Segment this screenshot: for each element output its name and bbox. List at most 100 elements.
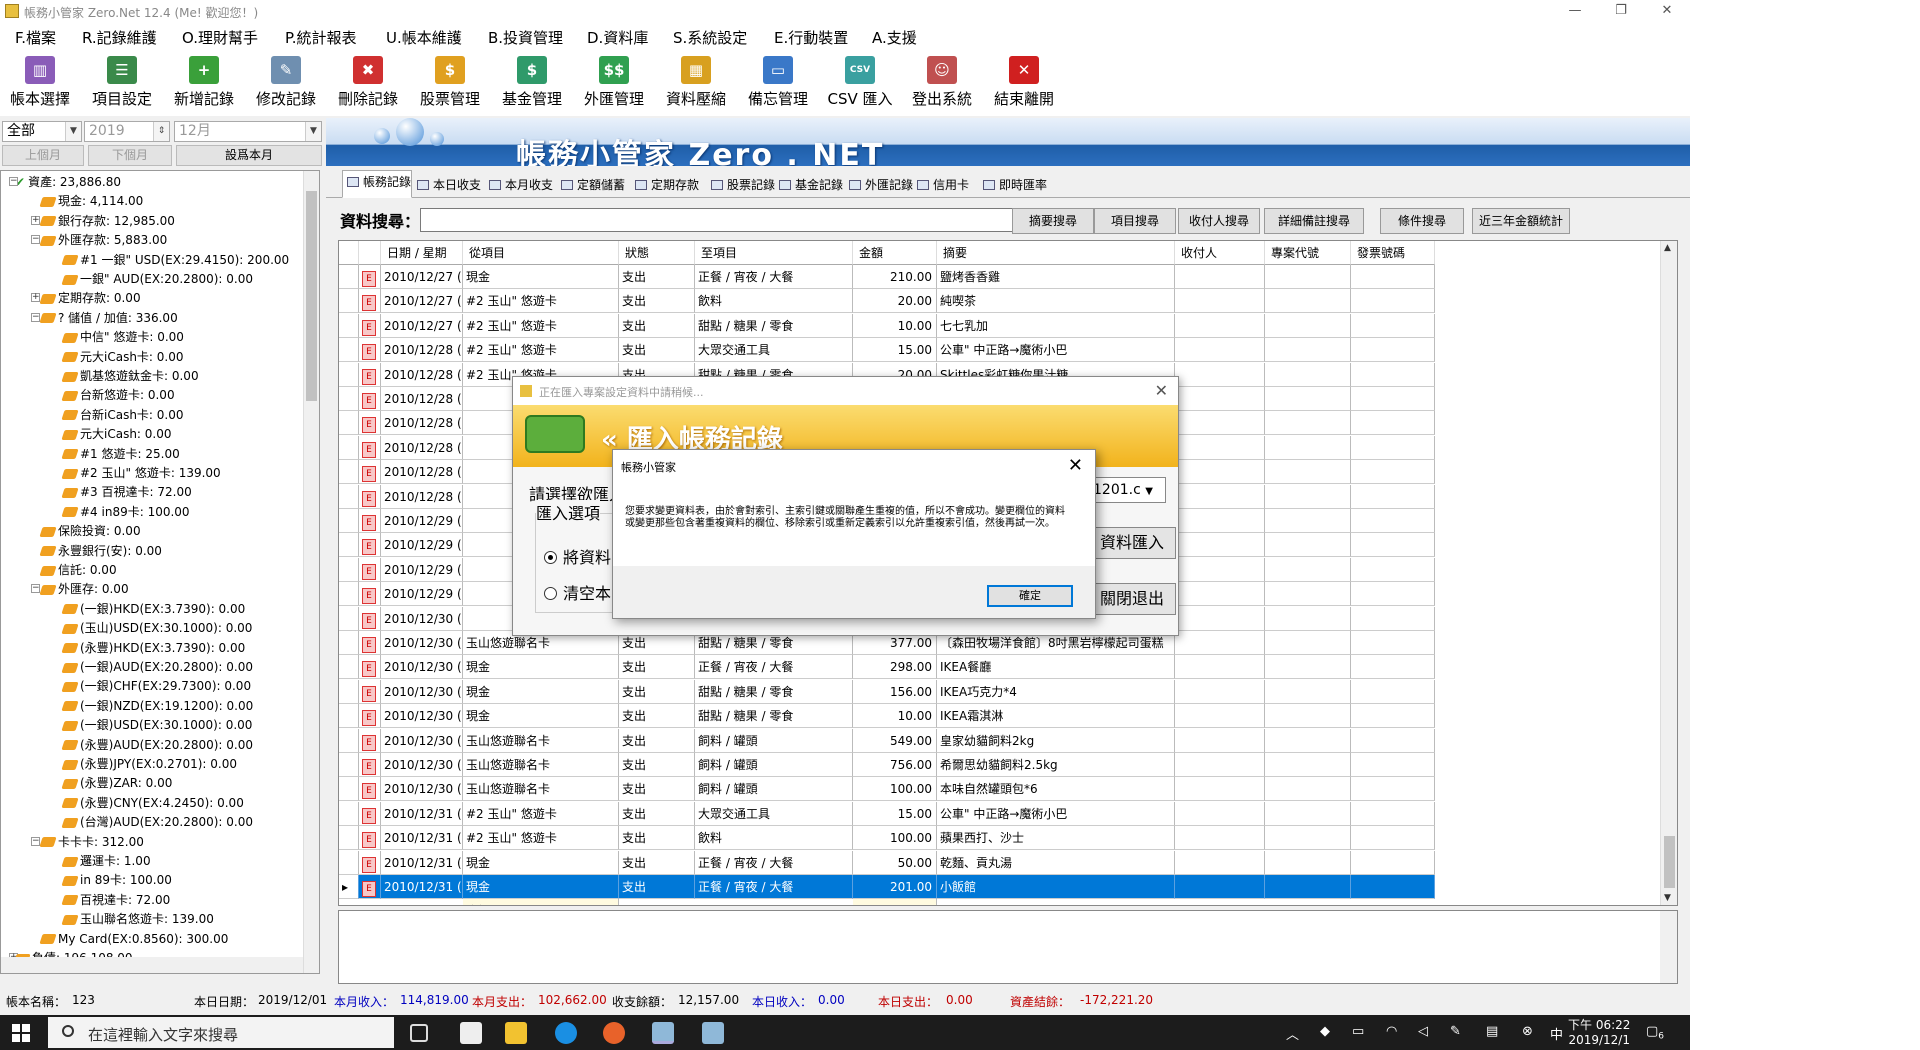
tree-expander-icon[interactable]: − [31, 584, 40, 594]
table-row[interactable]: E 2010/12/27 (一)#2 玉山" 悠遊卡支出飲料20.00純喫茶 [339, 289, 1659, 314]
table-cell[interactable]: 100.00 [853, 826, 937, 851]
table-cell[interactable] [1175, 631, 1265, 655]
tree-expander-icon[interactable]: + [31, 215, 40, 225]
table-cell[interactable]: 549.00 [853, 728, 937, 753]
tree-node[interactable]: in 89卡: 100.00 [61, 871, 172, 889]
table-cell[interactable] [1265, 655, 1351, 680]
row-indicator[interactable] [339, 509, 359, 533]
table-cell[interactable] [1351, 387, 1435, 411]
column-header[interactable]: 摘要 [937, 241, 1175, 265]
tree-expander-icon[interactable]: − [9, 177, 18, 186]
table-row[interactable]: E 2010/12/28 (二)#2 玉山" 悠遊卡支出大眾交通工具15.00公車… [339, 338, 1659, 363]
row-indicator[interactable] [339, 655, 359, 680]
clock[interactable]: 下午 06:22 2019/12/1 [1568, 1018, 1630, 1048]
table-cell[interactable]: 乾麵、貢丸湯 [937, 850, 1175, 875]
tree-node[interactable]: 台新悠遊卡: 0.00 [61, 386, 175, 404]
table-cell[interactable]: 支出 [619, 655, 695, 680]
table-cell[interactable] [1175, 801, 1265, 826]
table-cell[interactable] [1351, 362, 1435, 387]
table-row[interactable]: E 2010/12/27 (一)#2 玉山" 悠遊卡支出甜點 / 糖果 / 零食1… [339, 313, 1659, 338]
table-cell[interactable] [1175, 753, 1265, 777]
tree-node[interactable]: 一銀" AUD(EX:20.2800): 0.00 [61, 270, 253, 288]
table-cell[interactable]: 公車" 中正路→魔術小巴 [937, 338, 1175, 363]
table-cell[interactable]: 2010/12/30 (四) [381, 753, 463, 777]
tree-node[interactable]: 百視達卡: 72.00 [61, 891, 170, 909]
toolbar-button-3[interactable]: ✎ 修改記錄 [246, 56, 326, 112]
table-cell[interactable] [1351, 265, 1435, 289]
table-cell[interactable]: #2 玉山" 悠遊卡 [463, 826, 619, 851]
table-cell[interactable] [1175, 387, 1265, 411]
row-indicator[interactable] [339, 728, 359, 753]
table-cell[interactable] [1175, 533, 1265, 558]
table-cell[interactable] [1265, 289, 1351, 314]
tree-expander-icon[interactable]: − [31, 312, 40, 322]
search-button-2[interactable]: 收付人搜尋 [1178, 208, 1260, 234]
table-cell[interactable]: 小飯館 [937, 875, 1175, 899]
tree-node[interactable]: #1 悠遊卡: 25.00 [61, 445, 180, 463]
import-data-button[interactable]: 資料匯入 [1088, 527, 1176, 559]
table-cell[interactable]: 20.00 [853, 289, 937, 314]
table-cell[interactable] [1351, 631, 1435, 655]
search-button-0[interactable]: 摘要搜尋 [1012, 208, 1094, 234]
search-button-5[interactable]: 近三年金額統計 [1472, 208, 1570, 234]
table-cell[interactable]: 支出 [619, 850, 695, 875]
table-cell[interactable]: 大眾交通工具 [695, 338, 853, 363]
edge-browser-icon[interactable] [555, 1022, 577, 1044]
table-cell[interactable] [1265, 875, 1351, 899]
app-taskbar-icon[interactable] [652, 1022, 674, 1044]
table-cell[interactable] [1175, 484, 1265, 509]
table-cell[interactable]: 2010/12/31 (五) [381, 826, 463, 851]
table-cell[interactable] [1175, 557, 1265, 582]
table-cell[interactable] [1265, 460, 1351, 485]
table-cell[interactable] [1265, 338, 1351, 363]
row-indicator[interactable] [339, 435, 359, 460]
tree-node[interactable]: #1 一銀" USD(EX:29.4150): 200.00 [61, 251, 289, 269]
table-row[interactable]: E 2010/12/31 (五)#2 玉山" 悠遊卡支出飲料100.00蘋果西打、… [339, 826, 1659, 851]
grid-vscrollbar[interactable]: ▲ ▼ [1660, 241, 1677, 905]
toolbar-button-0[interactable]: ▥ 帳本選擇 [0, 56, 80, 112]
table-cell[interactable]: 2010/12/28 (二) [381, 435, 463, 460]
menu-support[interactable]: A.支援 [872, 27, 917, 48]
table-cell[interactable]: 現金 [463, 265, 619, 289]
table-cell[interactable] [1265, 557, 1351, 582]
table-cell[interactable] [1175, 875, 1265, 899]
table-cell[interactable] [1351, 484, 1435, 509]
table-cell[interactable] [1175, 313, 1265, 338]
table-cell[interactable] [1351, 826, 1435, 851]
table-cell[interactable]: 大眾交通工具 [695, 801, 853, 826]
table-cell[interactable]: 2010/12/30 (四) [381, 679, 463, 704]
tree-expander-icon[interactable]: − [31, 836, 40, 846]
table-cell[interactable] [1265, 777, 1351, 802]
table-cell[interactable] [1265, 606, 1351, 631]
row-indicator[interactable] [339, 265, 359, 289]
tree-node[interactable]: #4 in89卡: 100.00 [61, 503, 190, 521]
table-cell[interactable]: 希爾思幼貓飼料2.5kg [937, 753, 1175, 777]
table-cell[interactable] [1351, 850, 1435, 875]
table-cell[interactable]: 2010/12/27 (一) [381, 313, 463, 338]
next-month-button[interactable]: 下個月 [88, 145, 172, 166]
table-cell[interactable] [1265, 387, 1351, 411]
close-icon[interactable]: ✕ [1068, 455, 1083, 476]
table-cell[interactable] [1351, 801, 1435, 826]
table-row[interactable]: E 2010/12/30 (四)現金支出甜點 / 糖果 / 零食10.00IKEA… [339, 704, 1659, 729]
tree-node[interactable]: 凱基悠遊鈦金卡: 0.00 [61, 367, 199, 385]
table-cell[interactable] [1175, 679, 1265, 704]
row-indicator[interactable] [339, 826, 359, 851]
tab-4[interactable]: 定期存款 [630, 173, 700, 197]
row-indicator[interactable] [339, 850, 359, 875]
table-cell[interactable]: 2010/12/29 (三) [381, 582, 463, 607]
tree-expander-icon[interactable]: − [31, 235, 40, 245]
table-cell[interactable]: 支出 [619, 753, 695, 777]
pen-icon[interactable]: ✎ [1450, 1024, 1461, 1039]
tree-node[interactable]: 元大iCash卡: 0.00 [61, 348, 184, 366]
tree-node[interactable]: (台灣)AUD(EX:20.2800): 0.00 [61, 813, 253, 831]
tab-9[interactable]: 即時匯率 [978, 173, 1048, 197]
table-cell[interactable]: 756.00 [853, 753, 937, 777]
table-cell[interactable]: 2010/12/31 (五) [381, 850, 463, 875]
table-cell[interactable]: 皇家幼貓飼料2kg [937, 728, 1175, 753]
row-indicator[interactable] [339, 777, 359, 802]
table-cell[interactable]: 2010/12/31 (五) [381, 875, 463, 899]
table-cell[interactable]: 156.00 [853, 679, 937, 704]
table-cell[interactable] [1351, 704, 1435, 729]
tab-0[interactable]: 帳務記錄 [342, 170, 413, 198]
